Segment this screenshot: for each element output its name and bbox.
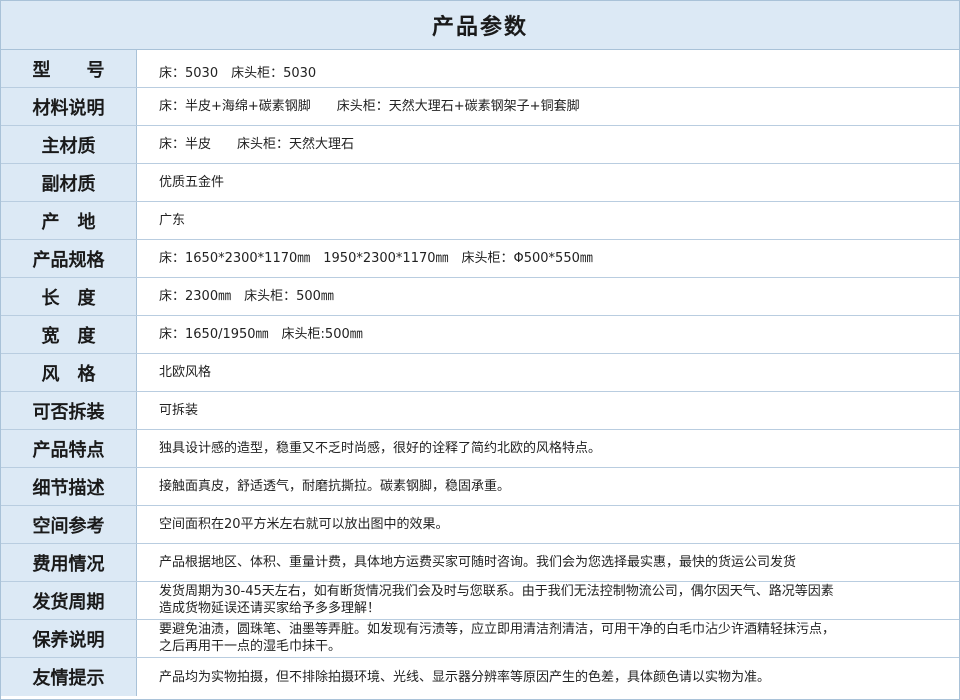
row-label: 材料说明 xyxy=(1,88,137,125)
row-model: 型 号 床：5030 床头柜：5030 xyxy=(1,50,959,88)
row-friendly-reminder: 友情提示 产品均为实物拍摄，但不排除拍摄环境、光线、显示器分辨率等原因产生的色差… xyxy=(1,658,959,696)
row-length: 长 度 床：2300㎜ 床头柜：500㎜ xyxy=(1,278,959,316)
row-value: 床：5030 床头柜：5030 xyxy=(159,66,317,81)
row-main-material: 主材质 床：半皮 床头柜：天然大理石 xyxy=(1,126,959,164)
row-value: 床：1650/1950㎜ 床头柜:500㎜ xyxy=(159,327,363,342)
row-label: 空间参考 xyxy=(1,506,137,543)
row-label: 产品特点 xyxy=(1,430,137,467)
row-value: 优质五金件 xyxy=(159,175,225,190)
row-maintenance: 保养说明 要避免油渍，圆珠笔、油墨等弄脏。如发现有污渍等，应立即用清洁剂清洁，可… xyxy=(1,620,959,658)
row-value: 床：半皮+海绵+碳素钢脚 床头柜：天然大理石+碳素钢架子+铜套脚 xyxy=(159,99,580,114)
row-delivery-period: 发货周期 发货周期为30-45天左右，如有断货情况我们会及时与您联系。由于我们无… xyxy=(1,582,959,620)
row-label: 产 地 xyxy=(1,202,137,239)
row-label: 长 度 xyxy=(1,278,137,315)
row-width: 宽 度 床：1650/1950㎜ 床头柜:500㎜ xyxy=(1,316,959,354)
row-specifications: 产品规格 床：1650*2300*1170㎜ 1950*2300*1170㎜ 床… xyxy=(1,240,959,278)
row-label: 宽 度 xyxy=(1,316,137,353)
row-style: 风 格 北欧风格 xyxy=(1,354,959,392)
row-label: 产品规格 xyxy=(1,240,137,277)
row-label: 风 格 xyxy=(1,354,137,391)
row-space-reference: 空间参考 空间面积在20平方米左右就可以放出图中的效果。 xyxy=(1,506,959,544)
row-value: 北欧风格 xyxy=(159,365,212,380)
row-label: 可否拆装 xyxy=(1,392,137,429)
row-label: 型 号 xyxy=(1,50,137,87)
row-label: 发货周期 xyxy=(1,582,137,619)
row-value: 可拆装 xyxy=(159,403,199,418)
row-details: 细节描述 接触面真皮，舒适透气，耐磨抗撕拉。碳素钢脚，稳固承重。 xyxy=(1,468,959,506)
row-value: 产品根据地区、体积、重量计费，具体地方运费买家可随时咨询。我们会为您选择最实惠，… xyxy=(159,555,797,570)
row-value: 床：2300㎜ 床头柜：500㎜ xyxy=(159,289,334,304)
row-label: 费用情况 xyxy=(1,544,137,581)
row-detachable: 可否拆装 可拆装 xyxy=(1,392,959,430)
product-parameters-table: 产品参数 型 号 床：5030 床头柜：5030 材料说明 床：半皮+海绵+碳素… xyxy=(0,0,960,700)
row-label: 友情提示 xyxy=(1,658,137,696)
row-value: 广东 xyxy=(159,213,186,228)
row-label: 细节描述 xyxy=(1,468,137,505)
row-materials: 材料说明 床：半皮+海绵+碳素钢脚 床头柜：天然大理石+碳素钢架子+铜套脚 xyxy=(1,88,959,126)
row-label: 副材质 xyxy=(1,164,137,201)
row-value: 要避免油渍，圆珠笔、油墨等弄脏。如发现有污渍等，应立即用清洁剂清洁，可用干净的白… xyxy=(159,622,836,654)
row-value: 产品均为实物拍摄，但不排除拍摄环境、光线、显示器分辨率等原因产生的色差，具体颜色… xyxy=(159,669,771,685)
row-value: 发货周期为30-45天左右，如有断货情况我们会及时与您联系。由于我们无法控制物流… xyxy=(159,584,834,616)
row-value: 床：1650*2300*1170㎜ 1950*2300*1170㎜ 床头柜：Φ5… xyxy=(159,251,593,266)
row-value: 床：半皮 床头柜：天然大理石 xyxy=(159,137,355,152)
row-label: 保养说明 xyxy=(1,620,137,657)
table-title: 产品参数 xyxy=(1,1,959,50)
row-secondary-material: 副材质 优质五金件 xyxy=(1,164,959,202)
row-value: 接触面真皮，舒适透气，耐磨抗撕拉。碳素钢脚，稳固承重。 xyxy=(159,479,511,494)
row-value: 独具设计感的造型，稳重又不乏时尚感，很好的诠释了简约北欧的风格特点。 xyxy=(159,441,602,456)
row-label: 主材质 xyxy=(1,126,137,163)
row-shipping-cost: 费用情况 产品根据地区、体积、重量计费，具体地方运费买家可随时咨询。我们会为您选… xyxy=(1,544,959,582)
row-value: 空间面积在20平方米左右就可以放出图中的效果。 xyxy=(159,517,449,532)
row-origin: 产 地 广东 xyxy=(1,202,959,240)
row-features: 产品特点 独具设计感的造型，稳重又不乏时尚感，很好的诠释了简约北欧的风格特点。 xyxy=(1,430,959,468)
